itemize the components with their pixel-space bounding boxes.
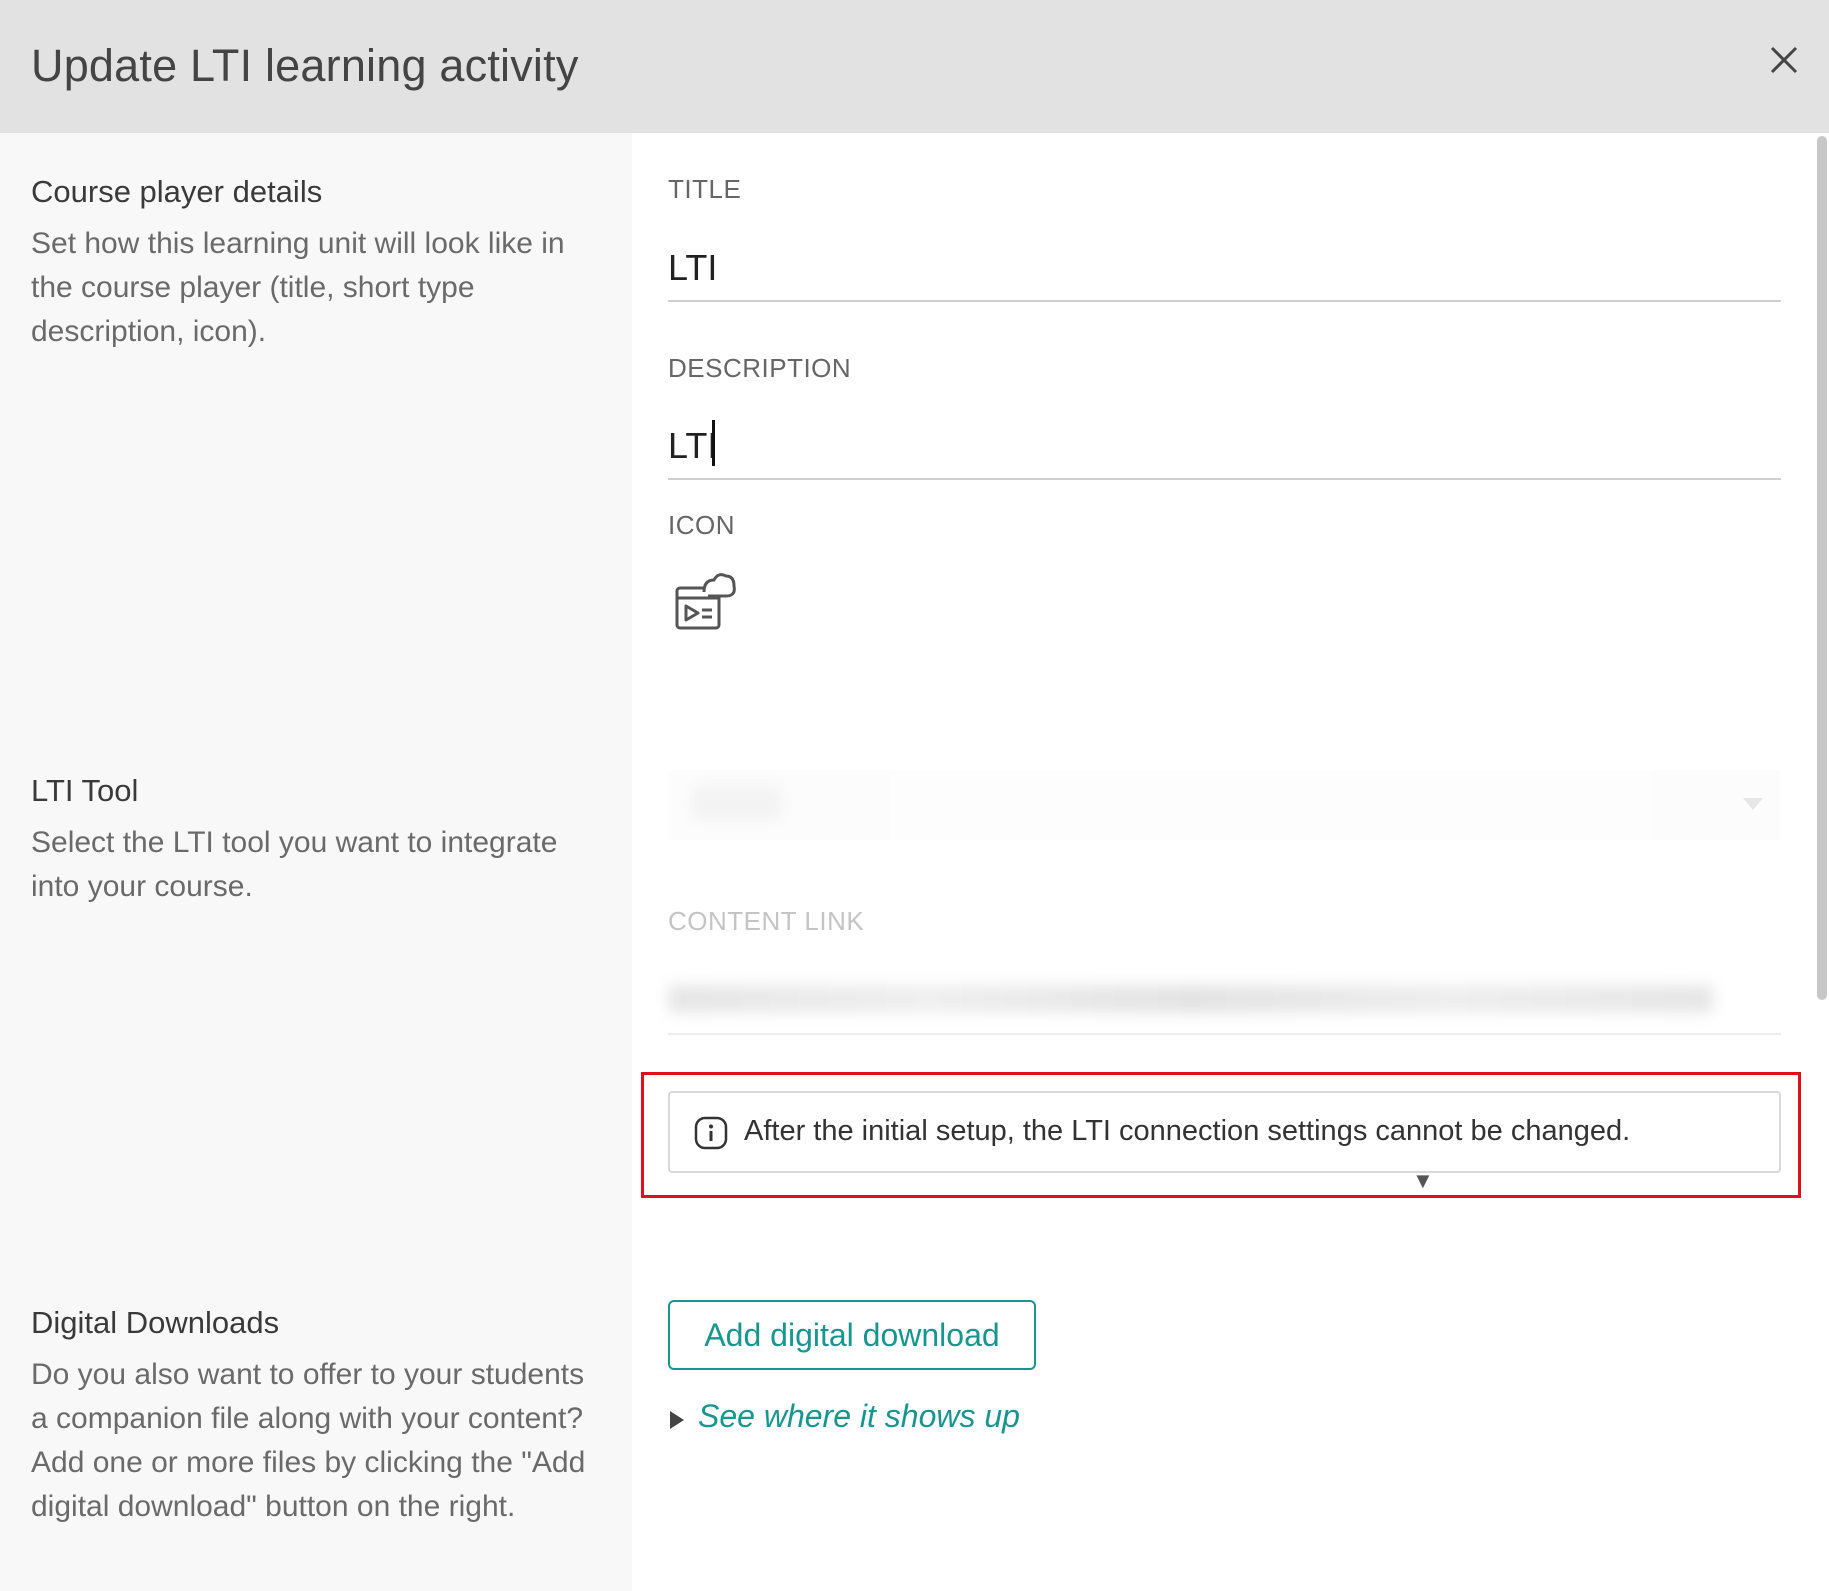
section-title-course-player: Course player details (31, 174, 323, 209)
text-caret (712, 420, 715, 466)
see-where-link[interactable]: See where it shows up (698, 1398, 1020, 1434)
lti-tool-select (668, 770, 1781, 840)
title-input[interactable] (668, 236, 1781, 302)
section-title-lti-tool: LTI Tool (31, 773, 139, 808)
description-input[interactable] (668, 414, 1781, 480)
lti-tool-section: LTI Tool Select the LTI tool you want to… (31, 773, 601, 909)
form-panel (632, 133, 1811, 1591)
digital-downloads-section: Digital Downloads Do you also want to of… (31, 1305, 601, 1529)
content-link-value (668, 985, 1713, 1013)
lti-tool-select-value (692, 786, 782, 820)
add-digital-download-button[interactable]: Add digital download (668, 1300, 1036, 1370)
notice-text: After the initial setup, the LTI connect… (744, 1115, 1631, 1147)
settings-notice: After the initial setup, the LTI connect… (668, 1091, 1781, 1173)
cloud-media-document-icon[interactable] (674, 570, 738, 634)
chevron-down-icon (1743, 798, 1763, 810)
icon-picker[interactable]: ▼ (668, 570, 1434, 1193)
close-button[interactable] (1764, 40, 1804, 80)
close-icon[interactable] (1764, 40, 1804, 80)
scrollbar-thumb[interactable] (1817, 136, 1827, 1000)
section-desc-lti-tool: Select the LTI tool you want to integrat… (31, 826, 558, 903)
section-title-digital-downloads: Digital Downloads (31, 1305, 280, 1340)
section-desc-digital-downloads: Do you also want to offer to your studen… (31, 1358, 586, 1523)
modal-header: Update LTI learning activity (0, 0, 1829, 133)
course-player-section: Course player details Set how this learn… (31, 174, 601, 354)
see-where-toggle[interactable]: See where it shows up (670, 1398, 1020, 1438)
content-link-label: CONTENT LINK (668, 906, 865, 936)
content-link-field (668, 965, 1781, 1035)
section-desc-course-player: Set how this learning unit will look lik… (31, 227, 565, 348)
caret-right-icon[interactable] (670, 1410, 684, 1429)
icon-label: ICON (668, 510, 735, 540)
info-icon (694, 1116, 728, 1150)
description-label: DESCRIPTION (668, 353, 852, 383)
title-label: TITLE (668, 174, 742, 204)
modal-title: Update LTI learning activity (31, 40, 579, 91)
